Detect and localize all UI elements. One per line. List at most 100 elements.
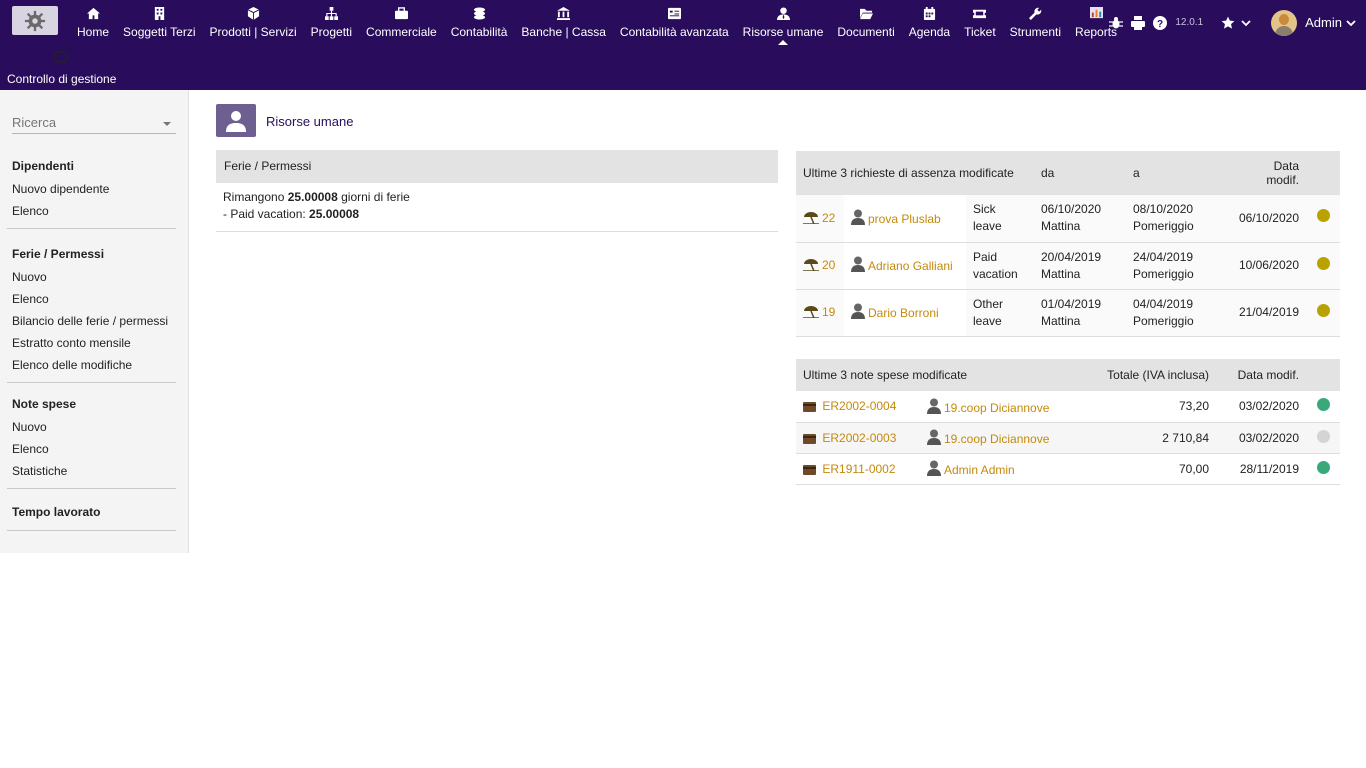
sidebar-link[interactable]: Nuovo dipendente (7, 178, 176, 200)
avatar[interactable] (1271, 9, 1298, 36)
briefcase-icon (394, 6, 408, 21)
star-icon (1221, 16, 1235, 29)
column-header: Data modif. (1231, 151, 1306, 195)
sidebar-link[interactable]: Estratto conto mensile (7, 332, 176, 354)
sidebar-section-title[interactable]: Ferie / Permessi (7, 242, 176, 266)
user-name: Adriano Galliani (868, 259, 953, 273)
menu-item-label: Contabilità avanzata (619, 25, 729, 39)
remaining-days: 25.00008 (287, 190, 338, 204)
modified-date: 10/06/2020 (1231, 242, 1306, 290)
user-icon (216, 104, 256, 137)
print-button[interactable] (1131, 15, 1146, 30)
menu-item-agenda[interactable]: Agenda (902, 0, 957, 45)
search-select[interactable] (12, 112, 176, 134)
menu-item-ticket[interactable]: Ticket (957, 0, 1003, 45)
wrench-icon (1028, 6, 1042, 21)
sidebar-link[interactable]: Bilancio delle ferie / permessi (7, 310, 176, 332)
absence-request-link[interactable]: 19 (803, 305, 835, 319)
from-date: 20/04/2019 Mattina (1034, 242, 1126, 290)
column-header: da (1034, 151, 1126, 195)
user-link[interactable]: 19.coop Diciannove (927, 429, 1049, 446)
expense-ref: ER2002-0004 (822, 399, 897, 414)
menu-item-controllo-di-gestione[interactable]: Controllo di gestione (7, 50, 116, 86)
menu-item-label: Contabilità (450, 25, 508, 39)
caret-down-icon[interactable] (163, 122, 171, 126)
help-button[interactable]: ? (1153, 15, 1168, 30)
expense-report-link[interactable]: ER2002-0003 (803, 431, 896, 445)
user-link[interactable]: Admin Admin (927, 460, 1015, 477)
expense-total: 70,00 (1080, 453, 1216, 485)
user-link[interactable]: Dario Borroni (851, 303, 939, 320)
ledger-icon (667, 6, 681, 21)
menu-item-commerciale[interactable]: Commerciale (359, 0, 444, 45)
expense-total: 2 710,84 (1080, 422, 1216, 454)
menu-item-prodotti-servizi[interactable]: Prodotti | Servizi (203, 0, 304, 45)
search-input[interactable] (12, 112, 162, 130)
sidebar-link[interactable]: Statistiche (7, 460, 176, 482)
chart-icon (1089, 6, 1103, 21)
status-badge (1316, 398, 1330, 412)
menu-item-label: Progetti (310, 25, 353, 39)
to-date: 24/04/2019 Pomeriggio (1126, 242, 1232, 290)
calendar-icon (923, 6, 936, 21)
help-icon: ? (1153, 15, 1168, 30)
sidebar-section-title[interactable]: Note spese (7, 392, 176, 416)
menu-item-strumenti[interactable]: Strumenti (1003, 0, 1068, 45)
sidebar-link[interactable]: Elenco delle modifiche (7, 354, 176, 376)
piggy-bank-icon (52, 50, 70, 66)
menu-item-label: Prodotti | Servizi (209, 25, 297, 39)
remaining-label: Rimangono (223, 190, 288, 204)
menu-item-risorse-umane[interactable]: Risorse umane (736, 0, 831, 45)
company-logo[interactable] (12, 6, 58, 35)
leave-summary: Rimangono 25.00008 giorni di ferie - Pai… (216, 183, 778, 232)
menu-item-contabilit[interactable]: Contabilità (444, 0, 515, 45)
sidebar-link[interactable]: Nuovo (7, 266, 176, 288)
user-link[interactable]: Adriano Galliani (851, 256, 953, 273)
user-name[interactable]: Admin (1305, 15, 1342, 30)
table-row: ER2002-0004 19.coop Diciannove 73,20 03/02/… (796, 391, 1340, 423)
user-icon (927, 460, 941, 476)
sidebar-link[interactable]: Elenco (7, 200, 176, 222)
sidebar-link[interactable]: Nuovo (7, 416, 176, 438)
status-badge (1316, 303, 1330, 317)
sidebar-section-title[interactable]: Dipendenti (7, 154, 176, 178)
svg-text:?: ? (1157, 19, 1163, 30)
leave-summary-box: Ferie / Permessi Rimangono 25.00008 gior… (216, 150, 778, 232)
left-sidebar: DipendentiNuovo dipendenteElencoFerie / … (0, 90, 189, 553)
bug-report-button[interactable] (1109, 16, 1124, 30)
chevron-down-icon (1241, 19, 1251, 26)
sidebar-link[interactable]: Elenco (7, 288, 176, 310)
sitemap-icon (324, 6, 338, 21)
main-menu: Home Soggetti Terzi Prodotti | Servizi Prog… (70, 0, 1124, 45)
menu-item-contabilit-avanzata[interactable]: Contabilità avanzata (613, 0, 736, 45)
absence-requests-table: Ultime 3 richieste di assenza modificate… (796, 151, 1340, 337)
column-header: Totale (IVA inclusa) (1080, 359, 1216, 391)
menu-item-banche-cassa[interactable]: Banche | Cassa (514, 0, 613, 45)
beach-umbrella-icon (803, 306, 819, 319)
user-tie-icon (776, 6, 790, 21)
menu-item-home[interactable]: Home (70, 0, 116, 45)
bookmarks-button[interactable] (1221, 16, 1251, 30)
expense-reports-table: Ultime 3 note spese modificate Totale (I… (796, 359, 1340, 485)
sidebar-link[interactable]: Elenco (7, 438, 176, 460)
user-link[interactable]: 19.coop Diciannove (927, 398, 1049, 415)
absence-request-link[interactable]: 22 (803, 211, 835, 225)
request-id: 22 (822, 210, 836, 225)
request-id: 19 (822, 305, 836, 319)
modified-date: 21/04/2019 (1231, 289, 1306, 337)
menu-item-soggetti-terzi[interactable]: Soggetti Terzi (116, 0, 203, 45)
expense-report-link[interactable]: ER1911-0002 (803, 462, 896, 476)
chevron-down-icon[interactable] (1346, 18, 1356, 28)
absence-request-link[interactable]: 20 (803, 258, 835, 272)
bug-icon (1109, 16, 1124, 28)
folder-open-icon (859, 6, 873, 21)
user-link[interactable]: prova Pluslab (851, 209, 941, 226)
remaining-suffix: giorni di ferie (337, 190, 410, 204)
expense-report-icon (803, 402, 816, 413)
expense-report-link[interactable]: ER2002-0004 (803, 399, 896, 413)
request-id: 20 (822, 258, 836, 272)
menu-item-progetti[interactable]: Progetti (304, 0, 359, 45)
box-title: Ferie / Permessi (216, 150, 778, 183)
menu-item-documenti[interactable]: Documenti (830, 0, 901, 45)
sidebar-section-title[interactable]: Tempo lavorato (7, 500, 176, 524)
